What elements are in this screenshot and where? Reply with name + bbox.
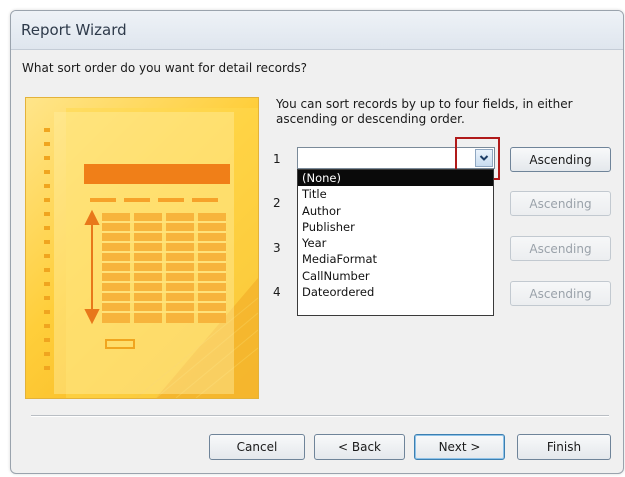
title-bar: Report Wizard <box>11 11 623 50</box>
sort-row-1-number: 1 <box>273 152 281 166</box>
report-illustration <box>25 97 259 399</box>
sort-order-1-button[interactable]: Ascending <box>510 147 611 172</box>
sort-field-dropdown-list[interactable]: (None) Title Author Publisher Year Media… <box>297 169 494 316</box>
wizard-question: What sort order do you want for detail r… <box>22 61 307 75</box>
dropdown-option[interactable]: Publisher <box>298 219 493 235</box>
report-wizard-window: Report Wizard What sort order do you wan… <box>10 10 624 474</box>
dropdown-option[interactable]: (None) <box>298 170 493 187</box>
sort-row-2-number: 2 <box>273 196 281 210</box>
sort-instructions: You can sort records by up to four field… <box>276 97 573 126</box>
finish-button[interactable]: Finish <box>517 434 611 460</box>
report-preview-graphic <box>44 108 258 398</box>
sort-row-4-number: 4 <box>273 285 281 299</box>
cancel-button[interactable]: Cancel <box>209 434 305 460</box>
window-title: Report Wizard <box>21 21 127 39</box>
dropdown-option[interactable]: MediaFormat <box>298 251 493 267</box>
dropdown-option[interactable]: Year <box>298 235 493 251</box>
sort-order-2-button[interactable]: Ascending <box>510 191 611 216</box>
sort-order-4-button[interactable]: Ascending <box>510 281 611 306</box>
dropdown-option[interactable]: Author <box>298 203 493 219</box>
back-button[interactable]: < Back <box>314 434 405 460</box>
sort-row-3-number: 3 <box>273 241 281 255</box>
dropdown-option[interactable]: CallNumber <box>298 268 493 284</box>
sort-order-3-button[interactable]: Ascending <box>510 236 611 261</box>
footer-divider <box>31 415 609 417</box>
dropdown-option[interactable]: Dateordered <box>298 284 493 300</box>
next-button[interactable]: Next > <box>414 434 505 460</box>
dropdown-option[interactable]: Title <box>298 186 493 202</box>
